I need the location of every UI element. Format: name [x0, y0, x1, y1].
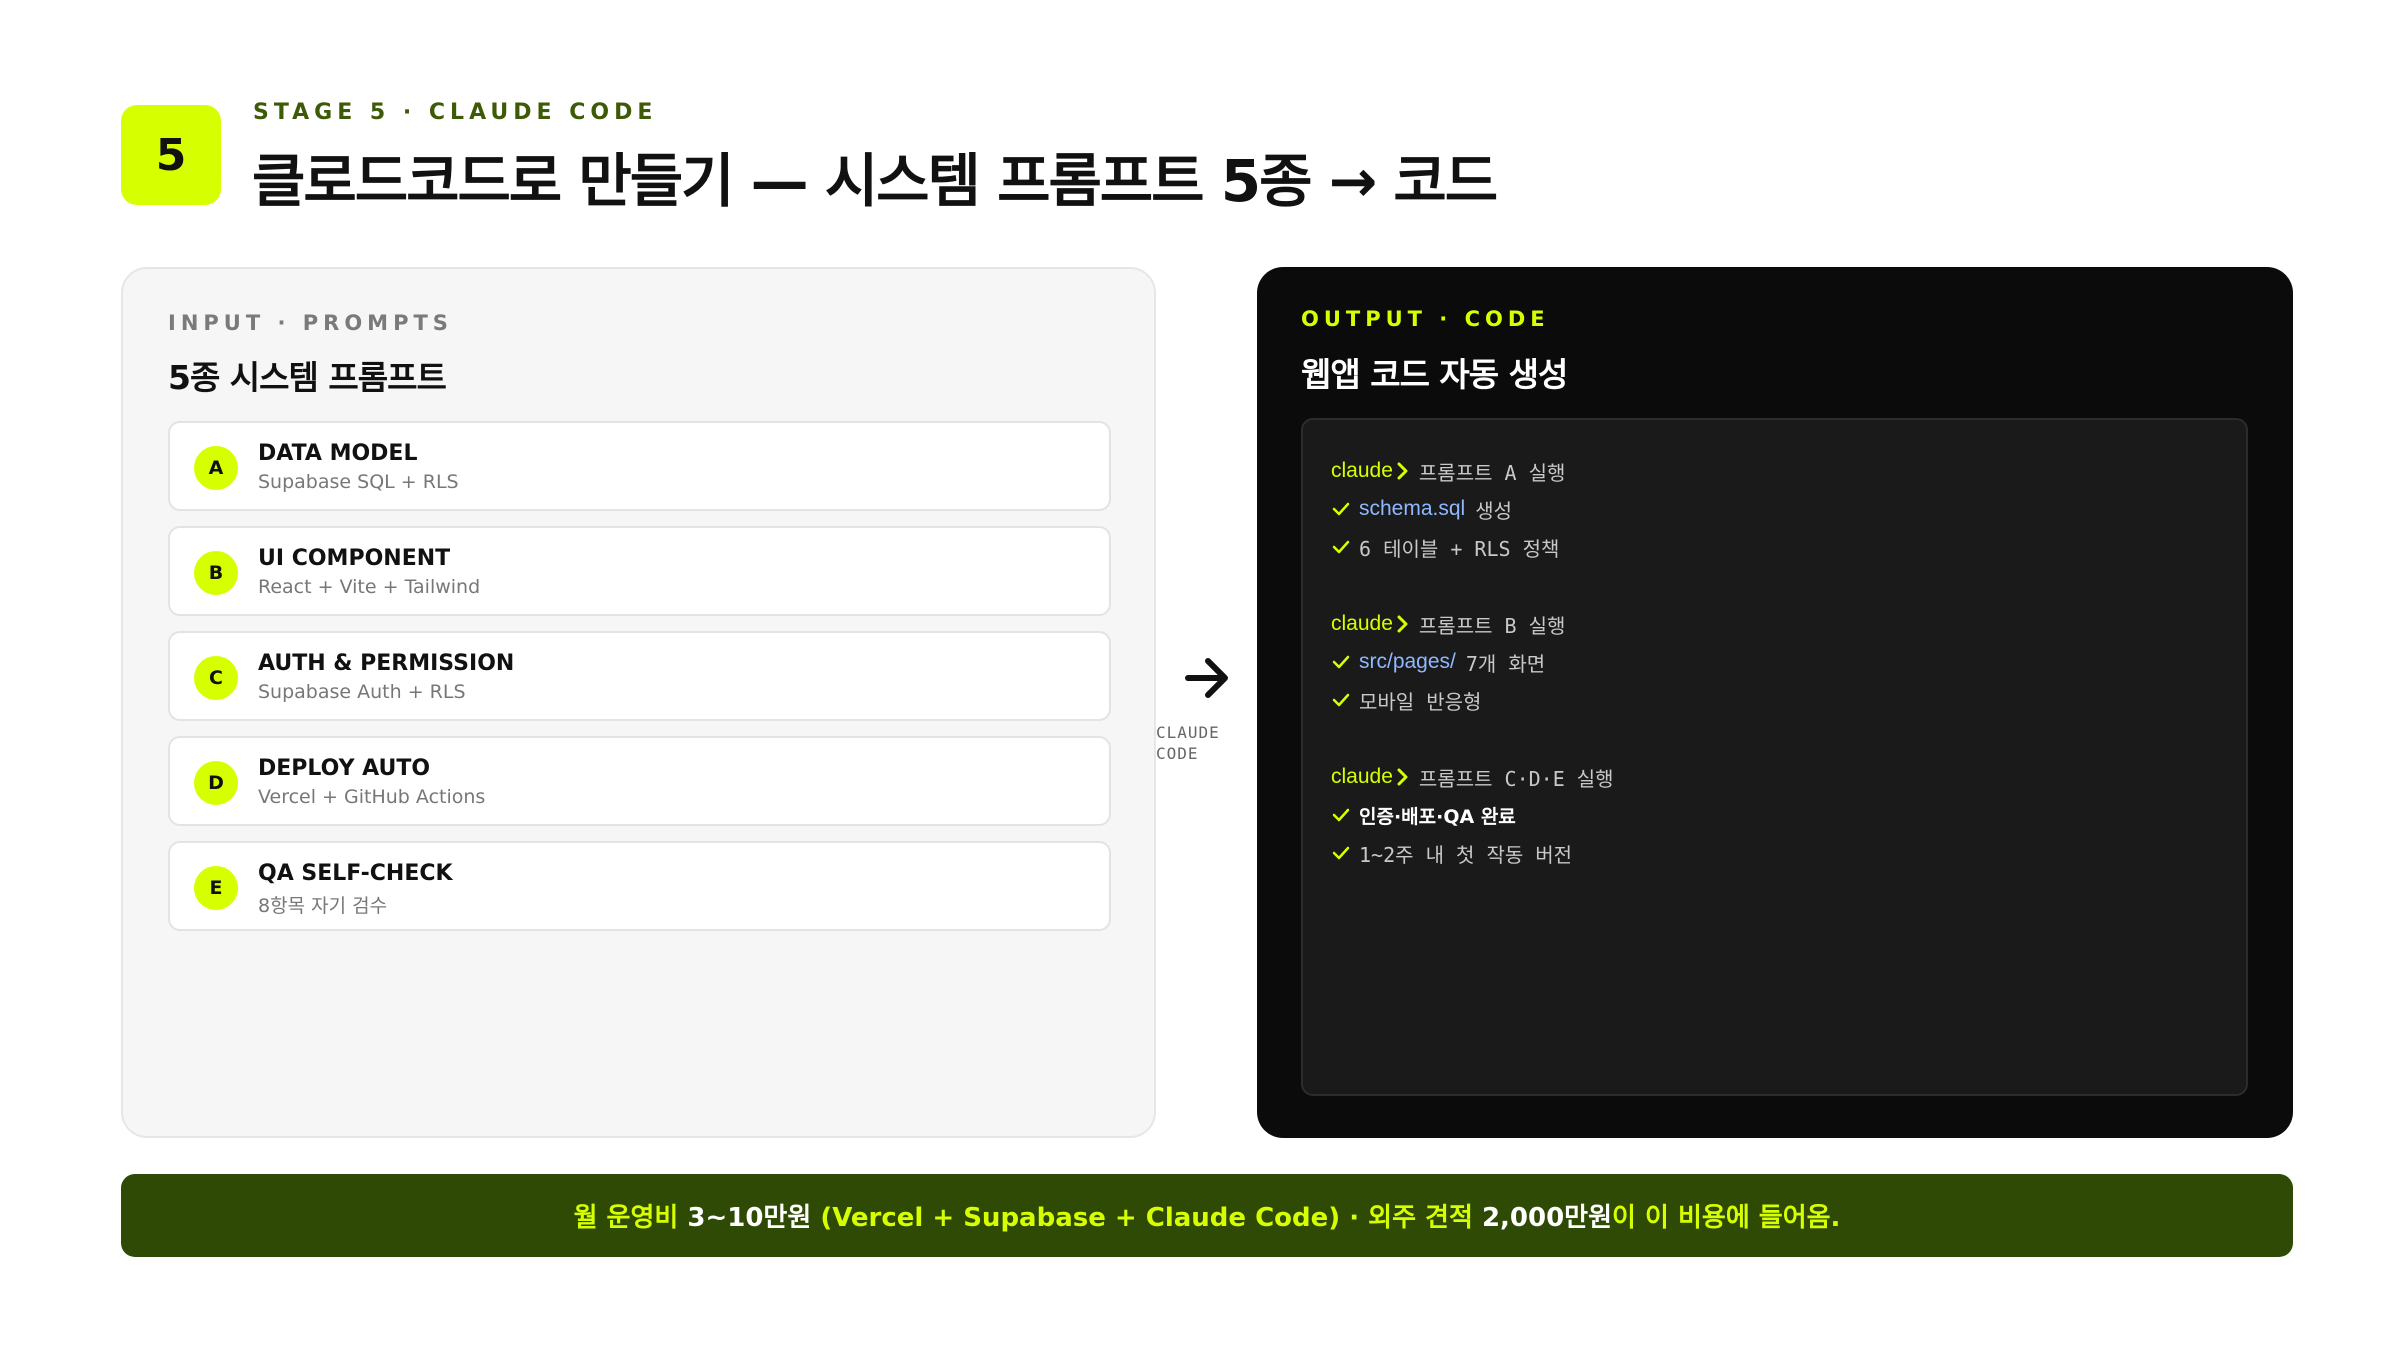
prompt-letter-badge: B [194, 551, 238, 595]
prompt-title: QA SELF-CHECK [258, 861, 453, 886]
prompt-letter-badge: A [194, 446, 238, 490]
prompt-letter-badge: D [194, 761, 238, 805]
terminal-result-line: 6 테이블 + RLS 정책 [1331, 528, 1614, 566]
result-text-strong: 인증·배포·QA 완료 [1359, 805, 1516, 828]
input-heading: 5종 시스템 프롬프트 [168, 358, 447, 397]
chevron-right-icon [1397, 462, 1408, 480]
result-text: 모바일 반응형 [1359, 689, 1482, 714]
check-icon [1332, 502, 1350, 516]
check-icon [1332, 808, 1350, 822]
stage-number-badge: 5 [121, 105, 221, 205]
terminal-command-line: claude 프롬프트 C·D·E 실행 [1331, 758, 1614, 796]
prompt-list: A DATA MODEL Supabase SQL + RLS B UI COM… [168, 421, 1111, 946]
result-text: 1~2주 내 첫 작동 버전 [1359, 842, 1573, 867]
result-text: 7개 화면 [1465, 651, 1546, 676]
banner-emphasis: 3~10만원 [687, 1203, 812, 1233]
check-icon [1332, 655, 1350, 669]
banner-emphasis: 2,000만원 [1481, 1203, 1613, 1233]
check-icon [1332, 540, 1350, 554]
flow-label-line: CODE [1156, 744, 1199, 763]
command-text: 프롬프트 C·D·E 실행 [1418, 766, 1614, 791]
chevron-right-icon [1397, 768, 1408, 786]
terminal-result-line: 인증·배포·QA 완료 [1331, 796, 1614, 834]
output-eyebrow: OUTPUT · CODE [1301, 307, 1550, 331]
prompt-subtitle: React + Vite + Tailwind [258, 576, 481, 598]
command-text: 프롬프트 B 실행 [1418, 613, 1566, 638]
banner-text: 이 이 비용에 들어옴. [1612, 1203, 1841, 1233]
prompt-title: DEPLOY AUTO [258, 756, 431, 781]
input-prompts-panel: INPUT · PROMPTS 5종 시스템 프롬프트 A DATA MODEL… [121, 267, 1156, 1138]
file-path: src/pages/ [1359, 650, 1456, 673]
terminal-command-line: claude 프롬프트 A 실행 [1331, 452, 1614, 490]
flow-label: CLAUDE CODE [1156, 722, 1266, 764]
input-eyebrow: INPUT · PROMPTS [168, 311, 453, 335]
cost-summary-banner: 월 운영비 3~10만원 (Vercel + Supabase + Claude… [121, 1174, 2293, 1257]
command-prompt: claude [1331, 459, 1393, 482]
prompt-card-data-model: A DATA MODEL Supabase SQL + RLS [168, 421, 1111, 511]
command-prompt: claude [1331, 765, 1393, 788]
command-text: 프롬프트 A 실행 [1418, 460, 1566, 485]
prompt-letter-badge: E [194, 866, 238, 910]
output-heading: 웹앱 코드 자동 생성 [1301, 355, 1568, 394]
chevron-right-icon [1397, 615, 1408, 633]
flow-label-line: CLAUDE [1156, 723, 1220, 742]
prompt-subtitle: Supabase Auth + RLS [258, 681, 466, 703]
stage-label: STAGE 5 · CLAUDE CODE [253, 100, 658, 125]
check-icon [1332, 693, 1350, 707]
prompt-card-ui-component: B UI COMPONENT React + Vite + Tailwind [168, 526, 1111, 616]
prompt-title: UI COMPONENT [258, 546, 451, 571]
prompt-letter-badge: C [194, 656, 238, 700]
prompt-subtitle: Supabase SQL + RLS [258, 471, 459, 493]
terminal-result-line: 모바일 반응형 [1331, 681, 1614, 719]
terminal-result-line: 1~2주 내 첫 작동 버전 [1331, 834, 1614, 872]
terminal-window: claude 프롬프트 A 실행 schema.sql 생성 6 테이블 + R… [1301, 418, 2248, 1096]
prompt-card-qa-self-check: E QA SELF-CHECK 8항목 자기 검수 [168, 841, 1111, 931]
terminal-command-line: claude 프롬프트 B 실행 [1331, 605, 1614, 643]
result-text: 생성 [1475, 498, 1513, 523]
terminal-output: claude 프롬프트 A 실행 schema.sql 생성 6 테이블 + R… [1331, 452, 1614, 872]
result-text: 6 테이블 + RLS 정책 [1359, 536, 1560, 561]
file-path: schema.sql [1359, 497, 1466, 520]
banner-text: (Vercel + Supabase + Claude Code) · 외주 견… [811, 1203, 1482, 1233]
terminal-result-line: src/pages/ 7개 화면 [1331, 643, 1614, 681]
check-icon [1332, 846, 1350, 860]
prompt-title: DATA MODEL [258, 441, 418, 466]
command-prompt: claude [1331, 612, 1393, 635]
prompt-subtitle: 8항목 자기 검수 [258, 895, 388, 917]
prompt-subtitle: Vercel + GitHub Actions [258, 786, 486, 808]
prompt-card-auth-permission: C AUTH & PERMISSION Supabase Auth + RLS [168, 631, 1111, 721]
prompt-title: AUTH & PERMISSION [258, 651, 515, 676]
banner-text: 월 운영비 [573, 1203, 688, 1233]
page-title: 클로드코드로 만들기 — 시스템 프롬프트 5종 → 코드 [252, 147, 1498, 215]
arrow-right-icon [1185, 658, 1228, 698]
output-code-panel: OUTPUT · CODE 웹앱 코드 자동 생성 claude 프롬프트 A … [1257, 267, 2293, 1138]
prompt-card-deploy-auto: D DEPLOY AUTO Vercel + GitHub Actions [168, 736, 1111, 826]
terminal-result-line: schema.sql 생성 [1331, 490, 1614, 528]
